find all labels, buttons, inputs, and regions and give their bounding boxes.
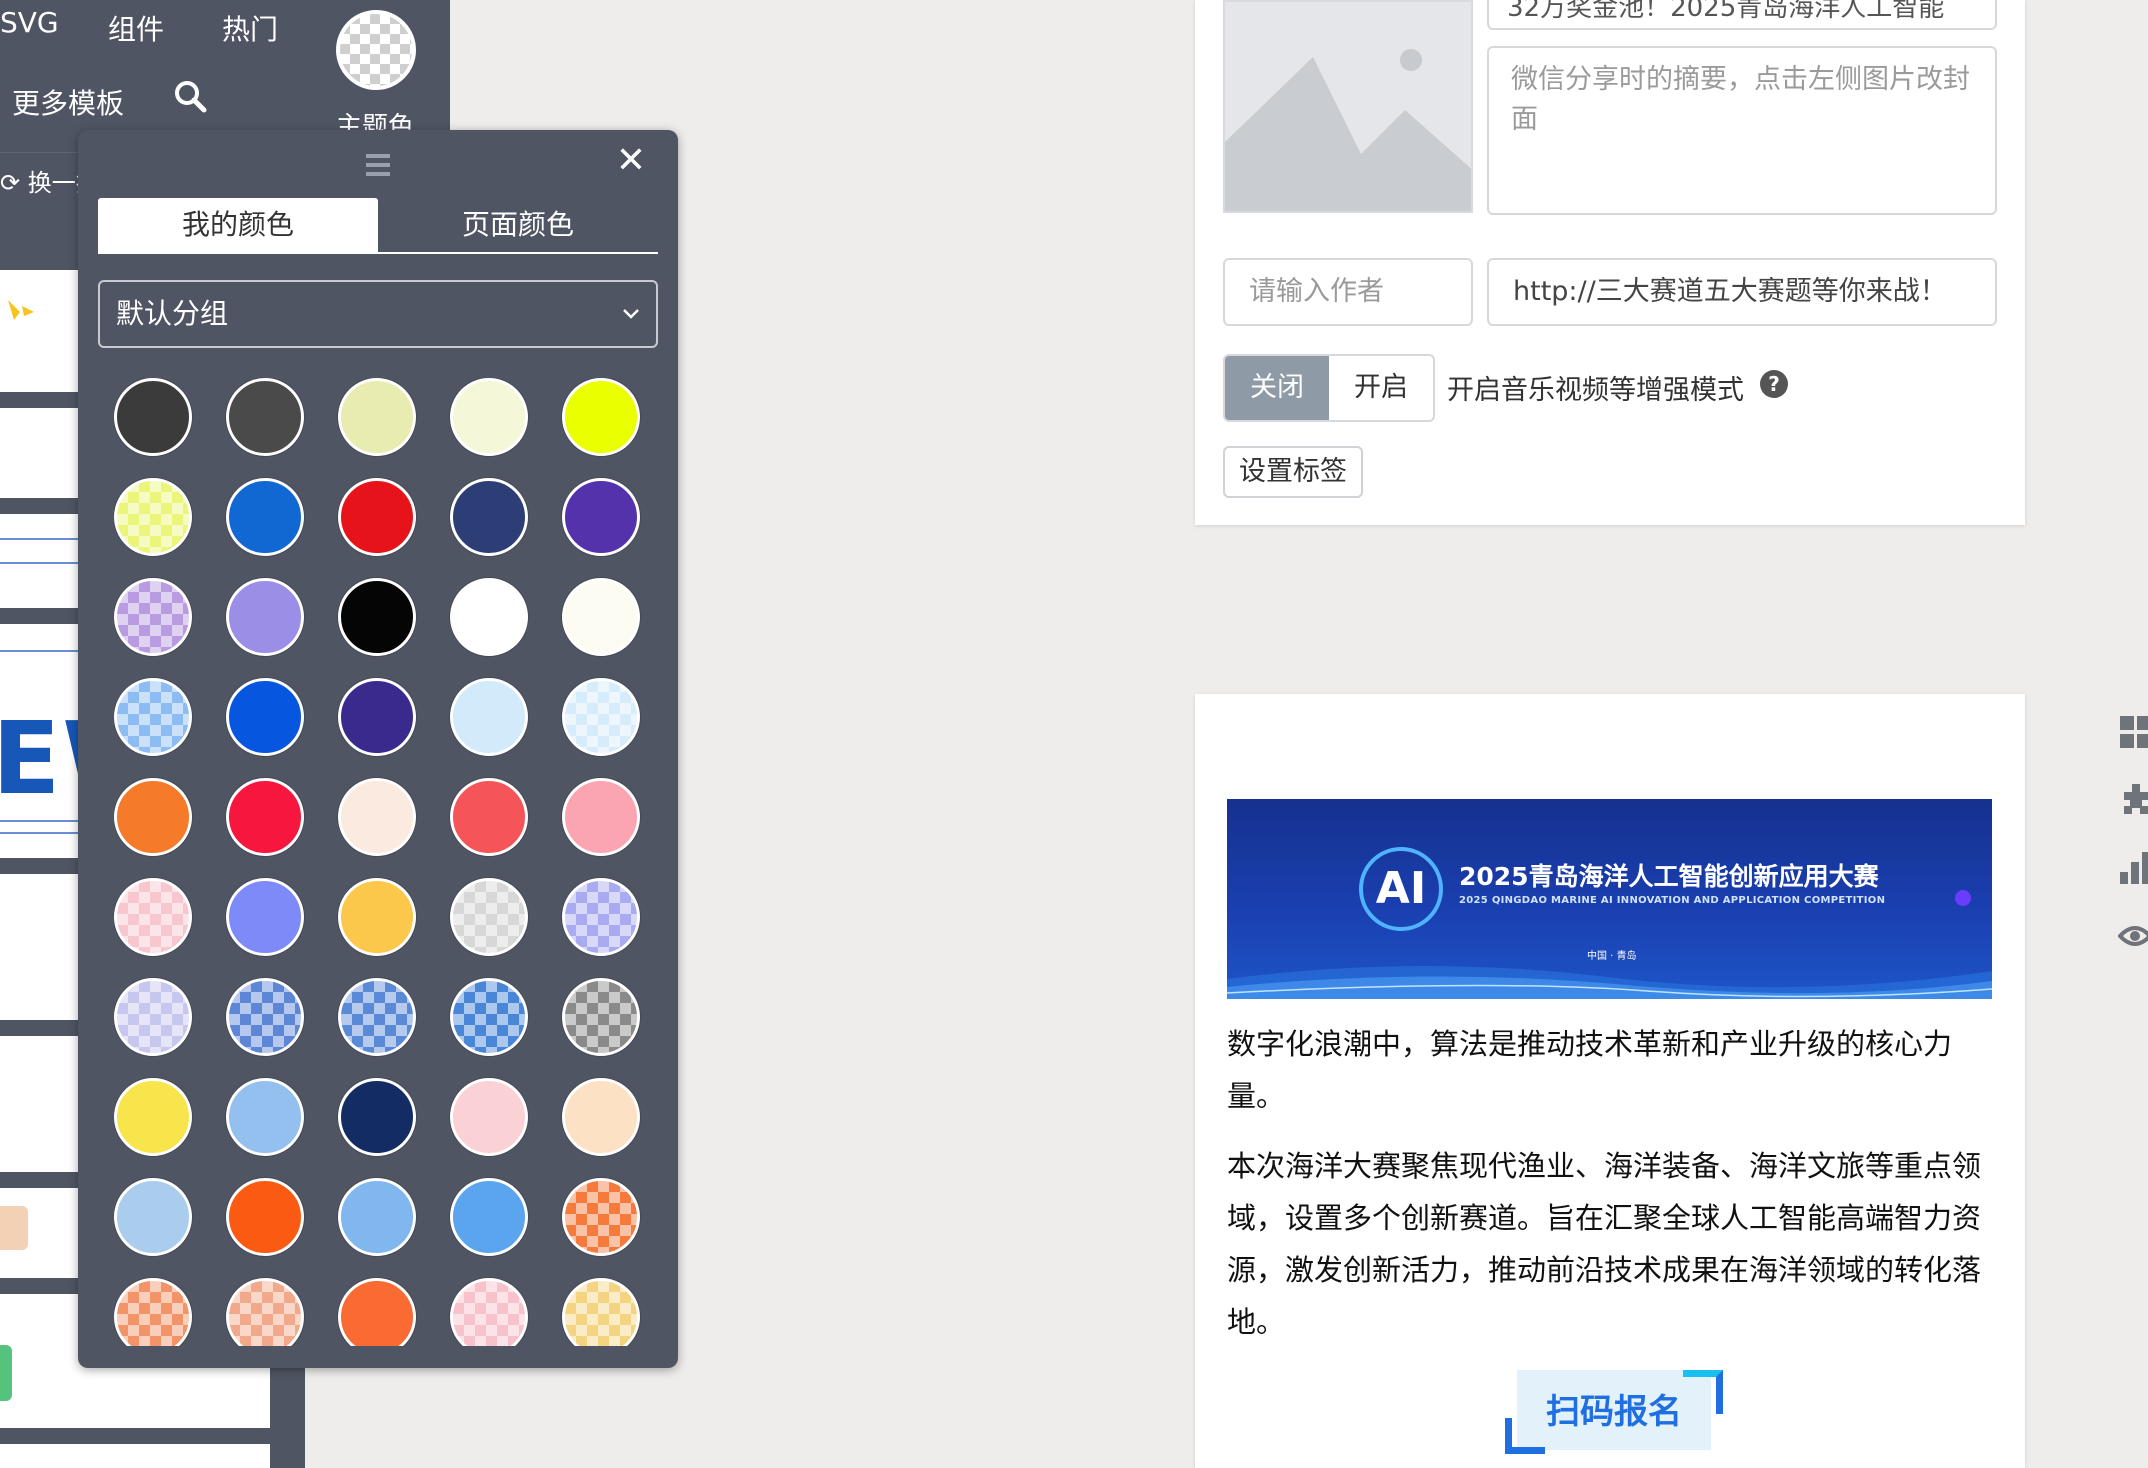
author-input[interactable]: 请输入作者 — [1223, 258, 1473, 326]
toggle-off-button[interactable]: 关闭 — [1225, 356, 1329, 420]
article-preview: AI 2025青岛海洋人工智能创新应用大赛 2025 QINGDAO MARIN… — [1195, 694, 2025, 1468]
color-swatch[interactable] — [114, 878, 192, 956]
color-swatch[interactable] — [562, 978, 640, 1056]
set-tags-button[interactable]: 设置标签 — [1223, 446, 1363, 498]
color-swatch[interactable] — [114, 678, 192, 756]
color-swatch[interactable] — [114, 1178, 192, 1256]
article-paragraph-2: 本次海洋大赛聚焦现代渔业、海洋装备、海洋文旅等重点领域，设置多个创新赛道。旨在汇… — [1227, 1149, 1982, 1339]
color-swatch[interactable] — [226, 1078, 304, 1156]
close-icon[interactable]: ✕ — [614, 143, 648, 179]
color-swatch[interactable] — [114, 1278, 192, 1346]
chevron-down-icon — [623, 309, 639, 319]
color-swatch[interactable] — [338, 1078, 416, 1156]
color-swatch[interactable] — [562, 878, 640, 956]
scan-register-label: 扫码报名 — [1546, 1392, 1682, 1432]
color-swatch[interactable] — [338, 378, 416, 456]
refresh-icon: ⟳ — [0, 169, 28, 197]
tab-svg[interactable]: SVG — [0, 6, 59, 39]
question-icon[interactable]: ? — [1760, 370, 1788, 398]
color-swatch[interactable] — [114, 578, 192, 656]
toggle-on-button[interactable]: 开启 — [1329, 356, 1433, 420]
share-summary-input[interactable]: 微信分享时的摘要，点击左侧图片改封面 — [1487, 46, 1997, 215]
color-swatch[interactable] — [226, 778, 304, 856]
drag-handle-icon[interactable] — [364, 152, 392, 178]
color-swatch[interactable] — [450, 978, 528, 1056]
book-thumbnail — [0, 1206, 28, 1250]
tab-my-colors[interactable]: 我的颜色 — [98, 198, 378, 252]
color-tabs: 我的颜色 页面颜色 — [98, 198, 658, 254]
color-swatch[interactable] — [450, 478, 528, 556]
grid-icon[interactable] — [2118, 714, 2148, 750]
cover-image-picker[interactable] — [1223, 0, 1473, 213]
image-placeholder-icon — [1225, 49, 1471, 211]
color-swatch[interactable] — [226, 478, 304, 556]
enhance-mode-label: 开启音乐视频等增强模式 — [1447, 375, 1744, 406]
color-swatch[interactable] — [562, 478, 640, 556]
color-group-select[interactable]: 默认分组 — [98, 280, 658, 348]
eye-icon[interactable] — [2118, 918, 2148, 954]
color-swatch[interactable] — [226, 978, 304, 1056]
color-swatch[interactable] — [338, 1178, 416, 1256]
banner-title: 2025青岛海洋人工智能创新应用大赛 — [1459, 862, 1879, 891]
color-swatch[interactable] — [562, 678, 640, 756]
color-swatch[interactable] — [338, 978, 416, 1056]
color-swatch[interactable] — [226, 578, 304, 656]
color-swatch[interactable] — [450, 678, 528, 756]
color-swatch[interactable] — [226, 678, 304, 756]
tab-hot[interactable]: 热门 — [222, 8, 278, 48]
color-swatch[interactable] — [338, 1278, 416, 1346]
share-title-input[interactable]: 32万奖金池！2025青岛海洋人工智能 — [1487, 0, 1997, 30]
banner-dot — [1955, 890, 1971, 906]
theme-color-swatch[interactable] — [336, 10, 416, 90]
color-swatch[interactable] — [338, 578, 416, 656]
color-swatch[interactable] — [450, 1078, 528, 1156]
color-picker-popup: ✕ 我的颜色 页面颜色 默认分组 — [78, 130, 678, 1368]
color-swatch[interactable] — [338, 478, 416, 556]
green-thumbnail — [0, 1345, 12, 1401]
share-settings-panel: 32万奖金池！2025青岛海洋人工智能 微信分享时的摘要，点击左侧图片改封面 请… — [1195, 0, 2025, 525]
competition-banner: AI 2025青岛海洋人工智能创新应用大赛 2025 QINGDAO MARIN… — [1227, 799, 1992, 999]
color-swatch[interactable] — [562, 378, 640, 456]
color-swatch[interactable] — [562, 778, 640, 856]
color-swatch-grid — [114, 378, 654, 1346]
color-swatch[interactable] — [226, 878, 304, 956]
color-swatch[interactable] — [562, 578, 640, 656]
tab-components[interactable]: 组件 — [108, 8, 164, 48]
spark-icon — [8, 300, 34, 320]
color-swatch[interactable] — [226, 1178, 304, 1256]
color-swatch[interactable] — [450, 1278, 528, 1346]
color-swatch[interactable] — [562, 1178, 640, 1256]
more-templates-link[interactable]: 更多模板 — [12, 82, 124, 122]
color-swatch[interactable] — [562, 1278, 640, 1346]
preview-divider — [0, 1428, 270, 1444]
puzzle-icon[interactable] — [2118, 782, 2148, 818]
color-swatch[interactable] — [226, 1278, 304, 1346]
color-swatch[interactable] — [114, 378, 192, 456]
bar-chart-icon[interactable] — [2118, 850, 2148, 886]
ai-logo: AI — [1359, 847, 1443, 931]
wave-graphic — [1227, 965, 1992, 999]
color-swatch[interactable] — [226, 378, 304, 456]
search-icon[interactable] — [172, 78, 208, 114]
color-swatch[interactable] — [114, 478, 192, 556]
enhance-mode-toggle: 关闭 开启 — [1223, 354, 1435, 422]
color-swatch[interactable] — [114, 978, 192, 1056]
banner-subtitle: 2025 QINGDAO MARINE AI INNOVATION AND AP… — [1459, 895, 1886, 906]
color-swatch[interactable] — [450, 378, 528, 456]
color-swatch[interactable] — [338, 878, 416, 956]
color-swatch[interactable] — [338, 778, 416, 856]
color-swatch[interactable] — [114, 1078, 192, 1156]
color-swatch[interactable] — [450, 578, 528, 656]
color-group-value: 默认分组 — [116, 297, 229, 330]
color-swatch[interactable] — [338, 678, 416, 756]
color-swatch[interactable] — [450, 1178, 528, 1256]
article-paragraph-1: 数字化浪潮中，算法是推动技术革新和产业升级的核心力量。 — [1227, 1027, 1953, 1113]
tab-page-colors[interactable]: 页面颜色 — [378, 198, 658, 252]
original-link-input[interactable]: http://三大赛道五大赛题等你来战！ — [1487, 258, 1997, 326]
color-swatch[interactable] — [450, 878, 528, 956]
color-swatch[interactable] — [562, 1078, 640, 1156]
scan-register-button[interactable]: 扫码报名 — [1505, 1370, 1723, 1462]
color-swatch[interactable] — [450, 778, 528, 856]
color-swatch[interactable] — [114, 778, 192, 856]
